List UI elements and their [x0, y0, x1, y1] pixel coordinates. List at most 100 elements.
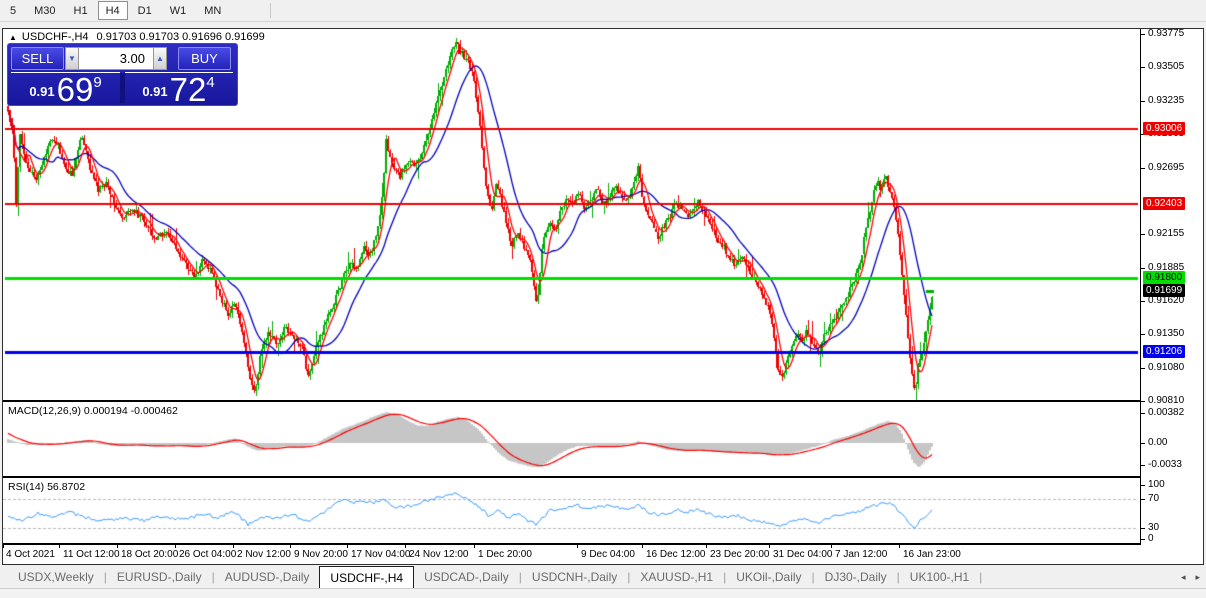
rsi-canvas[interactable] [3, 478, 1140, 543]
price-line-label: 0.91699 [1143, 284, 1185, 297]
price-tick-label: 0.91080 [1148, 362, 1184, 374]
chart-window: ▲ USDCHF-,H4 0.91703 0.91703 0.91696 0.9… [2, 28, 1204, 565]
date-tick [117, 545, 118, 548]
tabs-scroll-left-icon[interactable]: ◂ [1181, 572, 1186, 583]
price-tick-label: 0.93235 [1148, 95, 1184, 107]
rsi-panel[interactable]: RSI(14) 56.8702 [3, 478, 1140, 543]
axis-tick [1141, 401, 1145, 402]
price-tick-label: 0.00 [1148, 437, 1167, 449]
axis-tick [1141, 168, 1145, 169]
axis-tick [1141, 539, 1145, 540]
date-tick-label: 16 Dec 12:00 [646, 549, 706, 560]
buy-price-big: 72 [170, 76, 207, 103]
collapse-panel-icon[interactable]: ▲ [9, 33, 17, 42]
price-line-label: 0.93006 [1143, 122, 1185, 135]
tab-usdx-weekly[interactable]: USDX,Weekly [8, 566, 104, 588]
buy-price[interactable]: 0.91 72 4 [124, 74, 233, 103]
date-tick-label: 23 Dec 20:00 [710, 549, 770, 560]
price-tick-label: 0.00382 [1148, 407, 1184, 419]
chart-tabs-bar: USDX,Weekly|EURUSD-,Daily|AUDUSD-,DailyU… [0, 566, 1206, 588]
tab-usdcad-daily[interactable]: USDCAD-,Daily [414, 566, 519, 588]
sell-price[interactable]: 0.91 69 9 [11, 74, 120, 103]
price-tick-label: 0.90810 [1148, 395, 1184, 407]
tabs-scroll-arrows: ◂ ▸ [1181, 566, 1200, 588]
sell-price-base: 0.91 [29, 84, 54, 99]
date-tick-label: 7 Jan 12:00 [835, 549, 887, 560]
date-tick-label: 16 Jan 23:00 [903, 549, 961, 560]
one-click-trading-panel: SELL ▼ ▲ BUY 0.91 69 9 0.91 72 4 [7, 43, 238, 106]
date-tick-label: 26 Oct 04:00 [179, 549, 236, 560]
timeframe-button-mn[interactable]: MN [196, 1, 229, 20]
date-tick [59, 545, 60, 548]
date-tick [175, 545, 176, 548]
price-tick-label: 100 [1148, 479, 1165, 491]
metatrader-window: 5M30H1H4D1W1MN ▲ USDCHF-,H4 0.91703 0.91… [0, 0, 1206, 597]
timeframe-button-h4[interactable]: H4 [98, 1, 128, 20]
buy-price-sup: 4 [206, 75, 214, 90]
volume-input[interactable] [79, 47, 153, 70]
tab-uk100-h1[interactable]: UK100-,H1 [900, 566, 979, 588]
tab-usdcnh-daily[interactable]: USDCNH-,Daily [522, 566, 627, 588]
timeframe-button-d1[interactable]: D1 [130, 1, 160, 20]
axis-tick [1141, 465, 1145, 466]
date-tick [347, 545, 348, 548]
tab-audusd-daily[interactable]: AUDUSD-,Daily [215, 566, 320, 588]
chart-tabs: USDX,Weekly|EURUSD-,Daily|AUDUSD-,DailyU… [0, 566, 982, 588]
axis-tick [1141, 301, 1145, 302]
axis-tick [1141, 268, 1145, 269]
tab-ukoil-daily[interactable]: UKOil-,Daily [726, 566, 811, 588]
timeframe-button-h1[interactable]: H1 [66, 1, 96, 20]
axis-tick [1141, 368, 1145, 369]
volume-decrease-button[interactable]: ▼ [65, 47, 79, 70]
price-axis[interactable]: 0.937750.935050.932350.929650.926950.921… [1140, 29, 1203, 545]
axis-tick [1141, 499, 1145, 500]
sell-button[interactable]: SELL [11, 47, 64, 70]
tab-usdchf-h4[interactable]: USDCHF-,H4 [319, 566, 414, 588]
date-axis[interactable]: 4 Oct 2021 11 Oct 12:0018 Oct 20:0026 Oct… [3, 545, 1203, 564]
axis-tick [1141, 485, 1145, 486]
tab-separator: | [979, 566, 982, 588]
price-tick-label: 0.92155 [1148, 228, 1184, 240]
date-tick-label: 2 Nov 12:00 [237, 549, 291, 560]
date-tick-label: 24 Nov 12:00 [409, 549, 469, 560]
tabs-scroll-right-icon[interactable]: ▸ [1195, 572, 1200, 583]
main-chart-panel[interactable]: ▲ USDCHF-,H4 0.91703 0.91703 0.91696 0.9… [3, 29, 1140, 400]
chart-ohlc-values: 0.91703 0.91703 0.91696 0.91699 [97, 31, 265, 43]
axis-tick [1141, 334, 1145, 335]
date-tick-label: 31 Dec 04:00 [773, 549, 833, 560]
price-tick-label: 0 [1148, 533, 1154, 545]
axis-tick [1141, 413, 1145, 414]
date-tick [642, 545, 643, 548]
price-line-label: 0.91206 [1143, 345, 1185, 358]
macd-label: MACD(12,26,9) 0.000194 -0.000462 [8, 405, 178, 417]
tab-eurusd-daily[interactable]: EURUSD-,Daily [107, 566, 212, 588]
timeframe-button-5[interactable]: 5 [2, 1, 24, 20]
timeframe-button-w1[interactable]: W1 [162, 1, 195, 20]
date-tick [706, 545, 707, 548]
sell-price-sup: 9 [93, 75, 101, 90]
price-line-label: 0.91800 [1143, 271, 1185, 284]
buy-price-base: 0.91 [142, 84, 167, 99]
date-tick [831, 545, 832, 548]
date-tick-label: 11 Oct 12:00 [63, 549, 120, 560]
date-tick-label: 4 Oct 2021 [6, 549, 55, 560]
price-tick-label: 0.93505 [1148, 61, 1184, 73]
tab-dj30-daily[interactable]: DJ30-,Daily [815, 566, 897, 588]
date-tick-label: 18 Oct 20:00 [121, 549, 178, 560]
macd-panel[interactable]: MACD(12,26,9) 0.000194 -0.000462 [3, 402, 1140, 476]
date-tick-label: 9 Dec 04:00 [581, 549, 635, 560]
axis-tick [1141, 67, 1145, 68]
volume-increase-button[interactable]: ▲ [153, 47, 167, 70]
tab-xauusd-h1[interactable]: XAUUSD-,H1 [630, 566, 723, 588]
price-tick-label: -0.0033 [1148, 459, 1182, 471]
price-tick-label: 0.91350 [1148, 328, 1184, 340]
date-tick-label: 1 Dec 20:00 [478, 549, 532, 560]
date-tick [577, 545, 578, 548]
timeframe-button-m30[interactable]: M30 [26, 1, 63, 20]
price-line-label: 0.92403 [1143, 197, 1185, 210]
buy-button[interactable]: BUY [178, 47, 231, 70]
date-tick [405, 545, 406, 548]
price-tick-label: 0.92695 [1148, 162, 1184, 174]
date-tick-label: 9 Nov 20:00 [294, 549, 348, 560]
axis-tick [1141, 34, 1145, 35]
